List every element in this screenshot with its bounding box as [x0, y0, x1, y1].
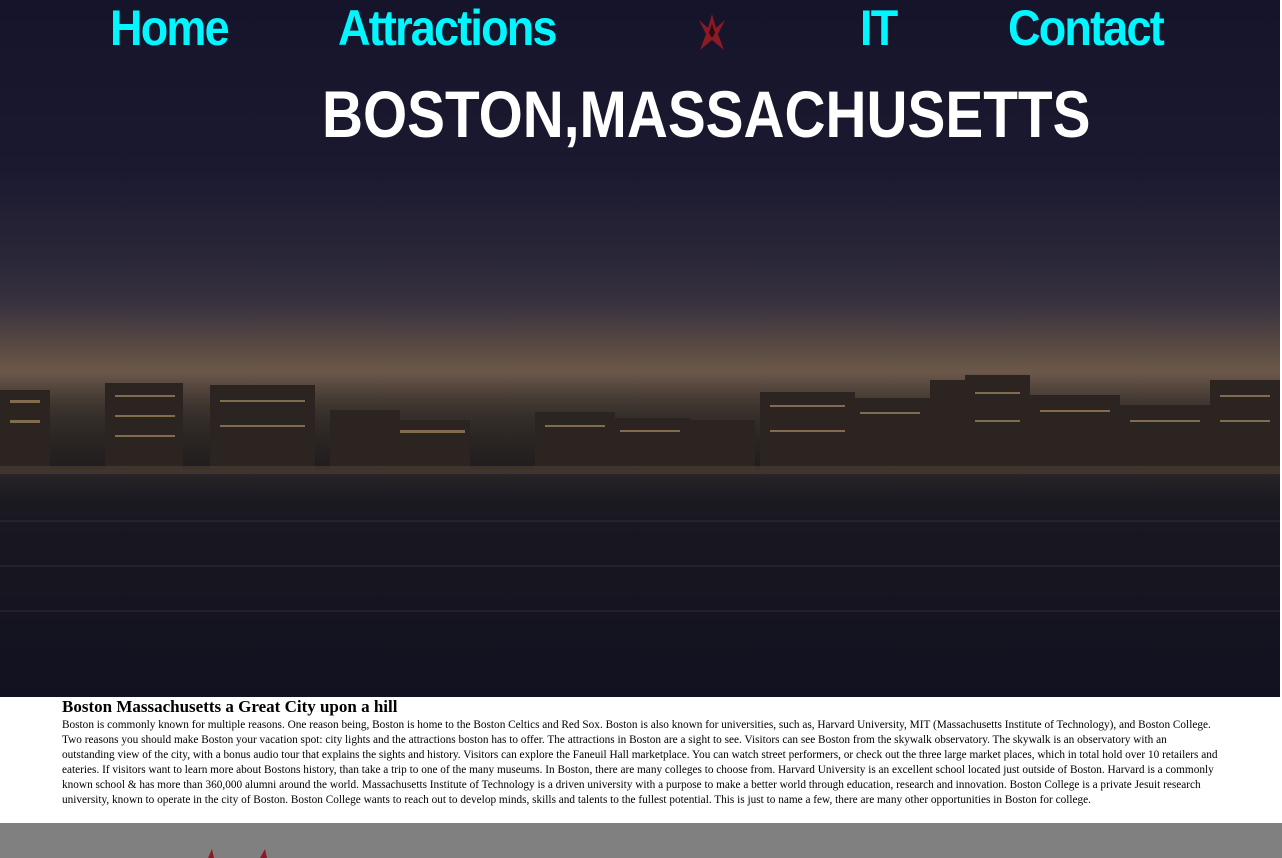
- red-star-logo-icon: [208, 849, 267, 858]
- nav-link-it[interactable]: IT: [860, 0, 898, 56]
- article-heading: Boston Massachusetts a Great City upon a…: [62, 697, 398, 716]
- hero-banner: Home Attractions IT Contact BOSTON,MASSA…: [0, 0, 1280, 697]
- red-star-logo-icon[interactable]: [698, 12, 726, 54]
- article-body: Boston is commonly known for multiple re…: [62, 717, 1218, 806]
- main-nav: Home Attractions IT Contact: [0, 0, 1280, 60]
- footer: [0, 823, 1282, 858]
- nav-link-contact[interactable]: Contact: [1008, 0, 1165, 56]
- nav-link-attractions[interactable]: Attractions: [338, 0, 558, 56]
- nav-link-home[interactable]: Home: [110, 0, 230, 56]
- page-title: BOSTON,MASSACHUSETTS: [322, 77, 1091, 151]
- article-section: Boston Massachusetts a Great City upon a…: [62, 697, 1220, 807]
